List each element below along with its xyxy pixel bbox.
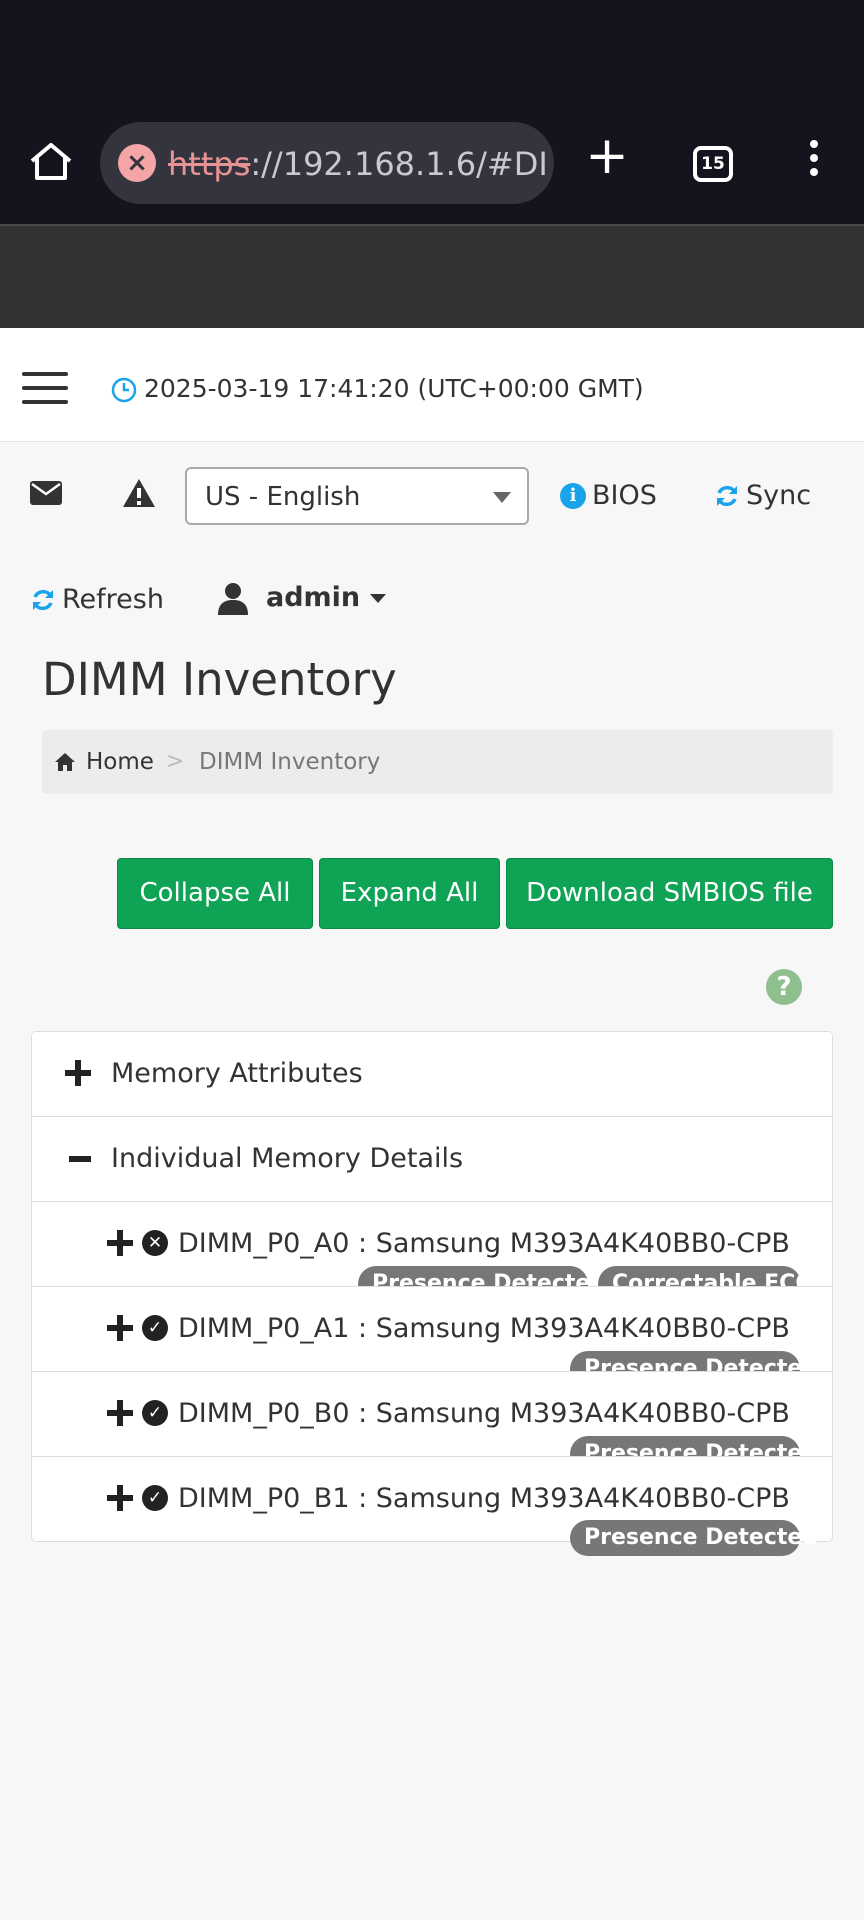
memory-accordion: Memory Attributes Individual Memory Deta… (31, 1031, 833, 1542)
hamburger-icon[interactable] (22, 372, 68, 404)
check-circle-icon: ✓ (142, 1400, 168, 1426)
app-header: 2025-03-19 17:41:20 (UTC+00:00 GMT) (0, 328, 864, 442)
refresh-link[interactable]: Refresh (30, 582, 164, 618)
language-select[interactable]: US - English (185, 467, 529, 525)
app-top-ribbon (0, 224, 864, 328)
dimm-label: DIMM_P0_A0 : Samsung M393A4K40BB0-CPB (178, 1228, 790, 1259)
info-icon: i (560, 483, 586, 509)
download-smbios-button[interactable]: Download SMBIOS file (506, 858, 833, 929)
system-status-bar (0, 0, 864, 96)
dimm-label: DIMM_P0_B0 : Samsung M393A4K40BB0-CPB (178, 1398, 790, 1429)
status-badge: Presence Detected (570, 1436, 818, 1456)
address-bar[interactable]: × https://192.168.1.6/#DI (100, 122, 554, 204)
section-label: Memory Attributes (111, 1058, 363, 1089)
new-tab-icon[interactable]: + (585, 126, 629, 186)
refresh-icon (33, 589, 53, 611)
status-badge: Presence Detected (570, 1351, 818, 1371)
collapse-all-button[interactable]: Collapse All (117, 858, 313, 929)
status-badge: Correctable ECC (598, 1266, 811, 1286)
breadcrumb-separator: > (166, 749, 185, 774)
help-icon[interactable]: ? (766, 969, 802, 1005)
dimm-row-b0[interactable]: ✓ DIMM_P0_B0 : Samsung M393A4K40BB0-CPB … (32, 1372, 832, 1457)
home-icon[interactable] (26, 141, 76, 181)
plus-icon (107, 1400, 133, 1426)
user-menu[interactable]: admin (216, 580, 387, 620)
home-icon[interactable] (54, 752, 76, 772)
bios-link[interactable]: i BIOS (560, 478, 657, 514)
insecure-icon[interactable]: × (118, 144, 156, 182)
clock-icon (111, 377, 137, 403)
caret-down-icon (370, 593, 387, 603)
sync-link[interactable]: Sync (714, 478, 811, 514)
check-circle-icon: ✓ (142, 1315, 168, 1341)
breadcrumb: Home > DIMM Inventory (42, 730, 833, 794)
dimm-label: DIMM_P0_B1 : Samsung M393A4K40BB0-CPB (178, 1483, 790, 1514)
accordion-individual-memory-details[interactable]: Individual Memory Details (32, 1117, 832, 1202)
plus-icon (107, 1315, 133, 1341)
accordion-memory-attributes[interactable]: Memory Attributes (32, 1032, 832, 1117)
page-title: DIMM Inventory (42, 653, 397, 706)
minus-icon (69, 1156, 91, 1162)
refresh-label: Refresh (62, 584, 164, 615)
status-badge: Presence Detected (570, 1520, 818, 1556)
user-icon (218, 583, 248, 615)
tab-switcher-icon[interactable]: 15 (693, 146, 733, 182)
url-text[interactable]: https://192.168.1.6/#DI (168, 142, 548, 186)
menu-kebab-icon[interactable] (804, 140, 824, 184)
bios-label: BIOS (592, 480, 657, 511)
status-badge: Presence Detected (358, 1266, 606, 1286)
chevron-down-icon (493, 492, 511, 503)
plus-icon (107, 1230, 133, 1256)
breadcrumb-current: DIMM Inventory (199, 749, 381, 775)
error-circle-icon: ✕ (142, 1230, 168, 1256)
language-select-value: US - English (205, 482, 361, 512)
check-circle-icon: ✓ (142, 1485, 168, 1511)
url-rest: ://192.168.1.6/#DI (250, 145, 548, 183)
dimm-label: DIMM_P0_A1 : Samsung M393A4K40BB0-CPB (178, 1313, 790, 1344)
section-label: Individual Memory Details (111, 1143, 464, 1174)
mail-icon[interactable] (30, 481, 62, 505)
dimm-row-a0[interactable]: ✕ DIMM_P0_A0 : Samsung M393A4K40BB0-CPB … (32, 1202, 832, 1287)
datetime-text: 2025-03-19 17:41:20 (UTC+00:00 GMT) (144, 374, 644, 403)
dimm-row-a1[interactable]: ✓ DIMM_P0_A1 : Samsung M393A4K40BB0-CPB … (32, 1287, 832, 1372)
expand-all-button[interactable]: Expand All (319, 858, 500, 929)
breadcrumb-home-link[interactable]: Home (86, 747, 154, 777)
sync-icon (717, 485, 737, 507)
sync-label: Sync (746, 480, 812, 511)
browser-toolbar: × https://192.168.1.6/#DI + 15 (0, 96, 864, 224)
warning-icon[interactable] (122, 478, 156, 508)
user-label: admin (266, 582, 361, 613)
plus-icon (107, 1485, 133, 1511)
plus-icon (65, 1060, 91, 1086)
url-scheme: https (168, 145, 251, 183)
